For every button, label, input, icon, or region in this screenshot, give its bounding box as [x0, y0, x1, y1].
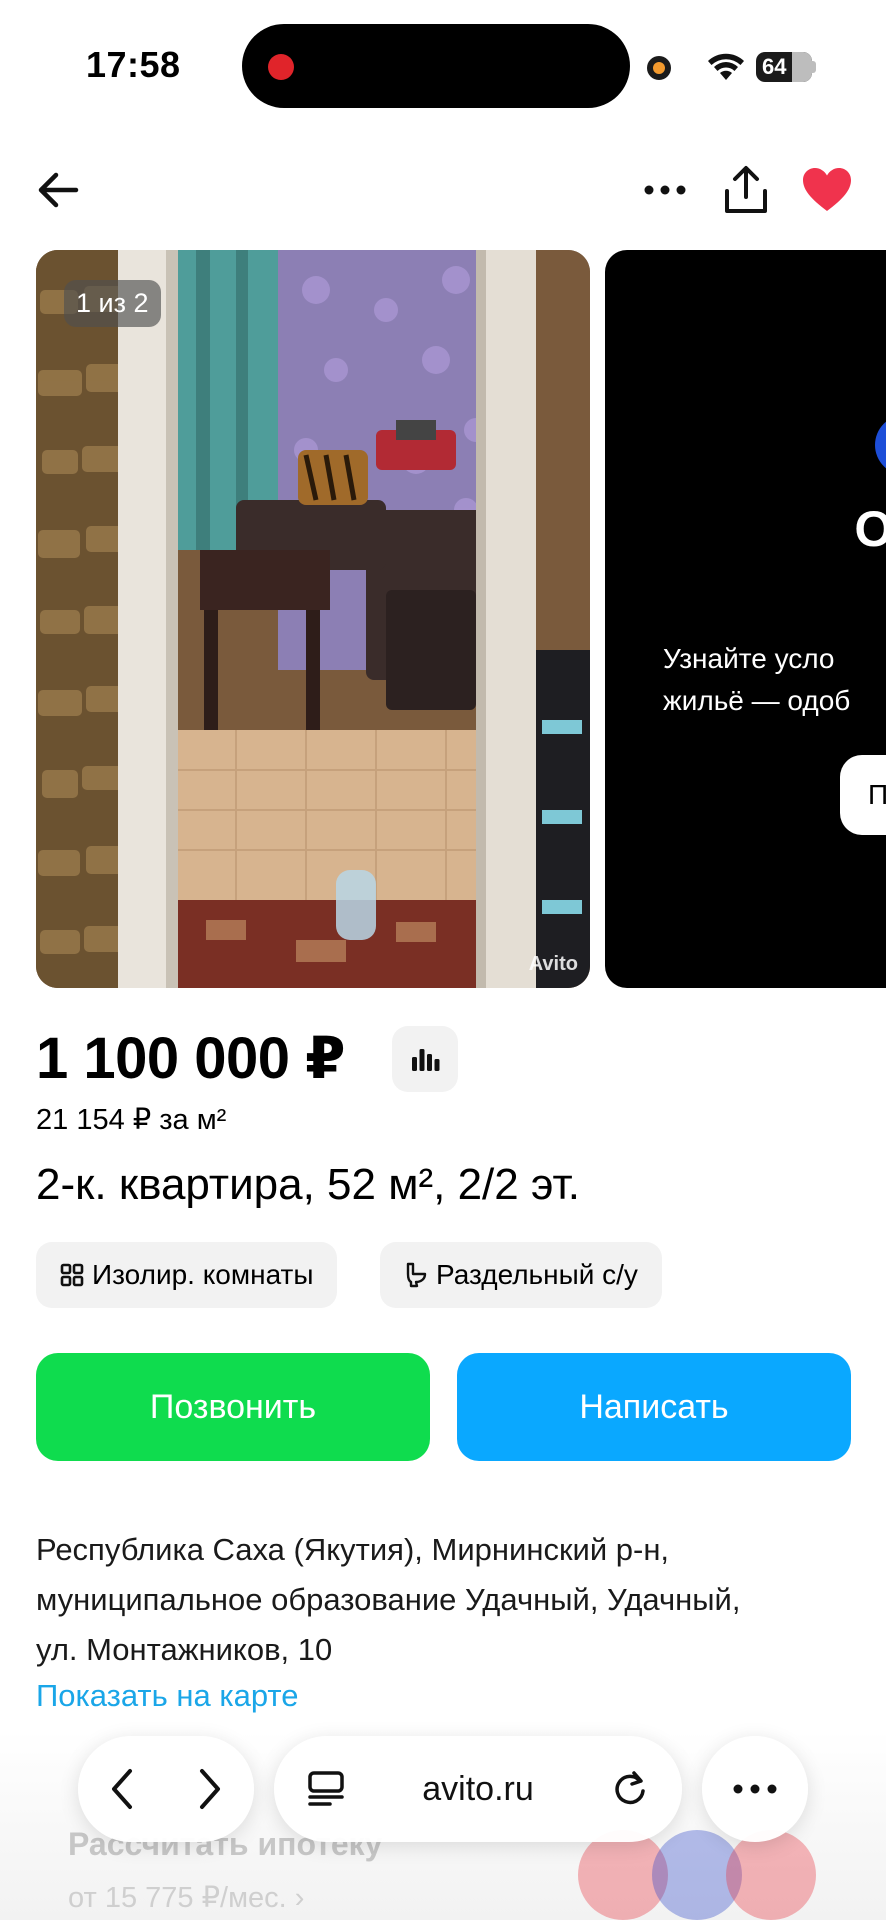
bar-chart-icon	[412, 1049, 440, 1071]
promo-title: Одобр о	[735, 500, 886, 616]
share-button[interactable]	[716, 160, 776, 220]
more-button[interactable]	[635, 160, 695, 220]
browser-nav-pill	[78, 1736, 254, 1842]
price-history-button[interactable]	[392, 1026, 458, 1092]
address: Республика Саха (Якутия), Мирнинский р-н…	[36, 1525, 856, 1675]
listing-photo[interactable]: 1 из 2 Avito	[36, 250, 590, 988]
promo-button[interactable]: П	[840, 755, 886, 835]
promo-title-line2: о	[735, 558, 886, 616]
battery-icon: 64	[756, 52, 812, 82]
toilet-icon	[406, 1262, 427, 1288]
chip-rooms[interactable]: Изолир. комнаты	[36, 1242, 338, 1308]
browser-url-pill[interactable]: avito.ru	[274, 1736, 682, 1842]
chevron-left-icon[interactable]	[108, 1767, 136, 1811]
share-icon	[725, 166, 767, 213]
arrow-left-icon	[38, 172, 79, 208]
wifi-icon	[708, 53, 744, 80]
chip-bathroom[interactable]: Раздельный с/у	[380, 1242, 662, 1308]
more-dots-icon	[644, 185, 686, 195]
chip-rooms-label: Изолир. комнаты	[92, 1259, 314, 1290]
promo-subtitle-line1: Узнайте усло	[663, 643, 835, 674]
price-per-m2: 21 154 ₽ за м²	[36, 1104, 227, 1136]
price: 1 100 000 ₽	[36, 1026, 346, 1091]
call-button[interactable]: Позвонить	[36, 1353, 430, 1461]
url-text[interactable]: avito.ru	[422, 1770, 534, 1809]
dynamic-island	[242, 24, 630, 108]
reload-icon[interactable]	[610, 1769, 650, 1809]
recording-indicator-icon	[268, 54, 294, 80]
mic-indicator-icon	[647, 56, 671, 80]
promo-title-line1: Одобр	[854, 501, 886, 557]
chevron-right-icon[interactable]	[196, 1767, 224, 1811]
chip-bathroom-label: Раздельный с/у	[436, 1259, 638, 1290]
battery-empty-part	[792, 52, 812, 82]
browser-menu-button[interactable]	[702, 1736, 808, 1842]
promo-logo-icon	[875, 415, 886, 475]
back-button[interactable]	[28, 160, 88, 220]
listing-title: 2-к. квартира, 52 м², 2/2 эт.	[36, 1160, 580, 1209]
more-dots-icon	[733, 1784, 777, 1794]
bank-logo-icon	[726, 1830, 816, 1920]
promo-subtitle: Узнайте усло жильё — одоб	[663, 638, 886, 722]
write-button[interactable]: Написать	[457, 1353, 851, 1461]
address-line3: ул. Монтажников, 10	[36, 1632, 333, 1667]
promo-subtitle-line2: жильё — одоб	[663, 685, 851, 716]
favorite-button[interactable]	[797, 160, 857, 220]
watermark: Avito	[528, 953, 578, 975]
battery-tip	[812, 61, 816, 73]
show-on-map-link[interactable]: Показать на карте	[36, 1678, 299, 1714]
mortgage-promo-card[interactable]: Одобр о Узнайте усло жильё — одоб П	[605, 250, 886, 988]
page: 17:58 64 1 из 2 Avito О Узнайте усло жил…	[0, 0, 886, 1920]
address-line2: муниципальное образование Удачный, Удачн…	[36, 1582, 741, 1617]
address-line1: Республика Саха (Якутия), Мирнинский р-н…	[36, 1532, 670, 1567]
heart-icon	[803, 168, 851, 211]
status-time: 17:58	[86, 44, 181, 85]
mortgage-subtitle[interactable]: от 15 775 ₽/мес. ›	[68, 1880, 304, 1915]
battery-level: 64	[762, 54, 787, 79]
reader-icon[interactable]	[306, 1769, 346, 1809]
photo-counter: 1 из 2	[64, 280, 161, 327]
room-photo-image	[36, 250, 590, 988]
rooms-grid-icon	[60, 1263, 84, 1287]
